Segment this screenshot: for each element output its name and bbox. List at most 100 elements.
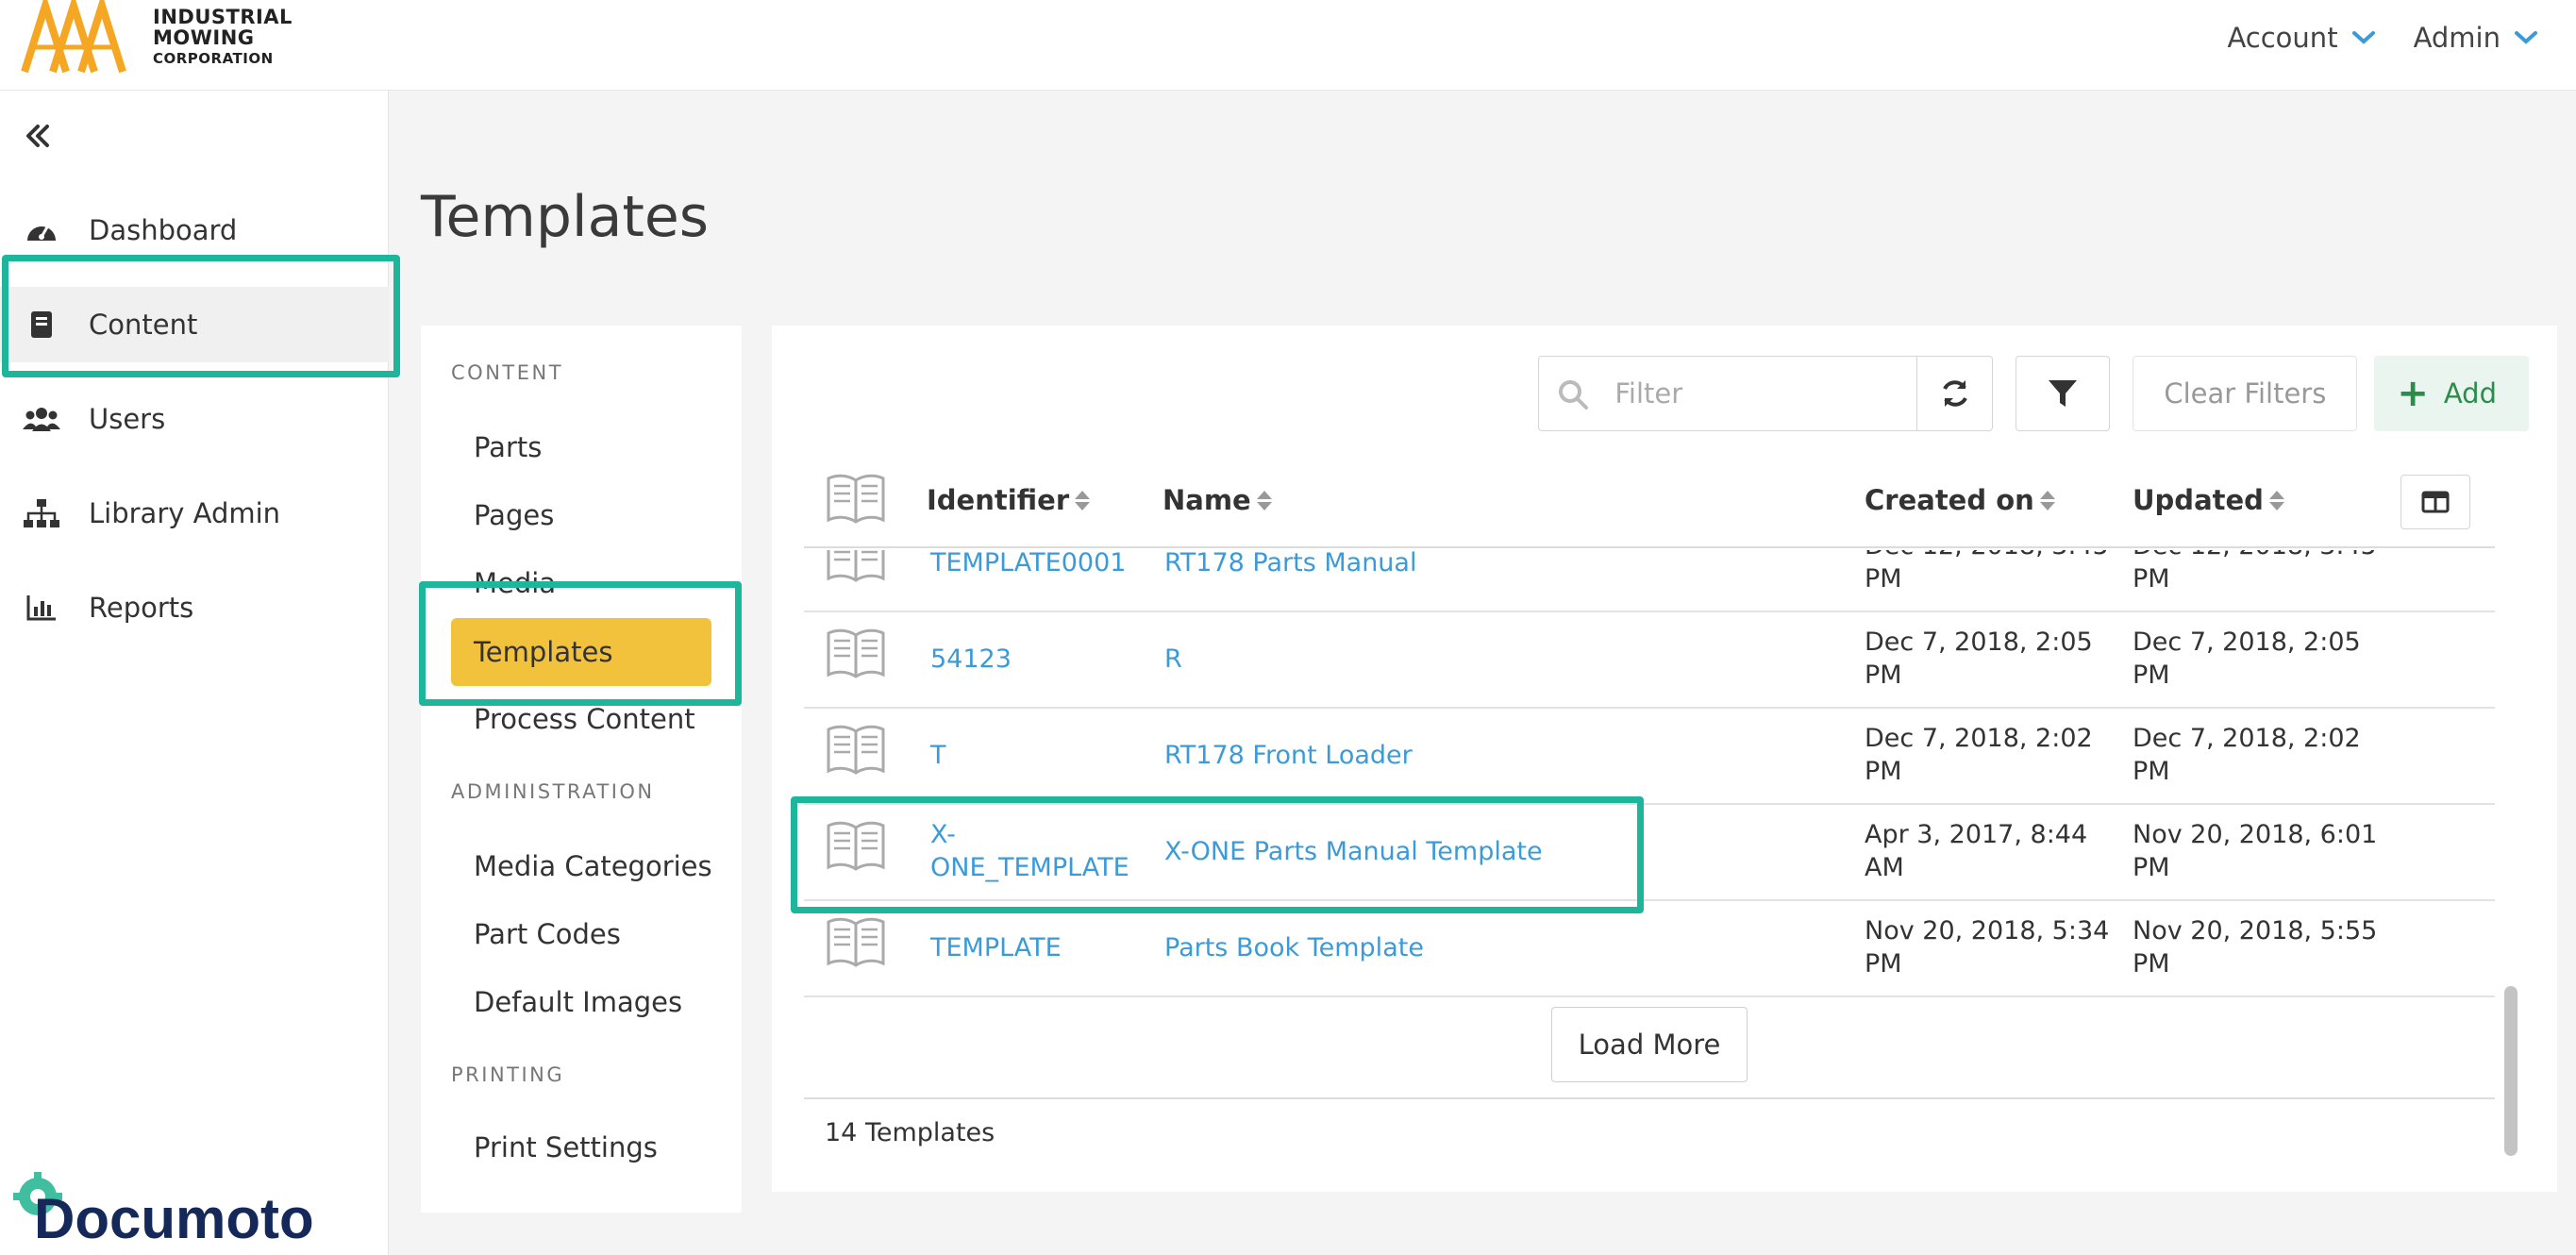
row-name-link[interactable]: Parts Book Template bbox=[1164, 931, 1424, 964]
date-line: Dec 7, 2018, 2:02 bbox=[1865, 724, 2093, 753]
add-template-button[interactable]: + Add bbox=[2374, 356, 2529, 431]
columns-icon bbox=[2421, 491, 2450, 513]
chevron-down-icon bbox=[2351, 31, 2375, 44]
add-button-label: Add bbox=[2443, 377, 2497, 410]
funnel-icon bbox=[2049, 380, 2078, 407]
row-updated: Dec 7, 2018, 2:05 PM bbox=[2133, 626, 2361, 692]
column-settings-button[interactable] bbox=[2400, 475, 2470, 529]
book-icon bbox=[23, 306, 60, 343]
sidebar-item-label: Content bbox=[89, 309, 198, 341]
column-header-label: Identifier bbox=[927, 484, 1070, 516]
logo-line-1: INDUSTRIAL bbox=[153, 6, 293, 28]
subnav-item-part-codes[interactable]: Part Codes bbox=[474, 918, 621, 950]
account-menu[interactable]: Account bbox=[2227, 22, 2375, 54]
table-row[interactable]: T RT178 Front Loader Dec 7, 2018, 2:02 PM… bbox=[804, 709, 2495, 805]
table-scrollbar[interactable] bbox=[2504, 458, 2517, 1156]
subnav-item-default-images[interactable]: Default Images bbox=[474, 986, 682, 1018]
column-header-label: Created on bbox=[1865, 484, 2034, 516]
top-nav: Account Admin bbox=[2227, 0, 2576, 75]
row-name-link[interactable]: RT178 Front Loader bbox=[1164, 739, 1413, 772]
subnav-item-pages[interactable]: Pages bbox=[474, 499, 554, 531]
sidebar-item-library-admin[interactable]: Library Admin bbox=[0, 476, 389, 551]
book-open-icon bbox=[827, 628, 885, 678]
filter-input[interactable] bbox=[1614, 377, 1899, 410]
row-updated: Nov 20, 2018, 6:01 PM bbox=[2133, 818, 2377, 884]
clear-filters-button[interactable]: Clear Filters bbox=[2133, 356, 2358, 431]
logo-line-2: MOWING bbox=[153, 26, 255, 49]
company-name: INDUSTRIAL MOWING CORPORATION bbox=[153, 7, 293, 69]
documoto-brand-text: Documoto bbox=[34, 1187, 314, 1247]
table-body: TEMPLATE0001 RT178 Parts Manual Dec 12, … bbox=[804, 550, 2495, 1211]
sidebar-item-dashboard[interactable]: Dashboard bbox=[0, 192, 389, 268]
sidebar-item-label: Reports bbox=[89, 592, 194, 624]
sitemap-icon bbox=[23, 494, 60, 532]
subnav-item-parts[interactable]: Parts bbox=[474, 431, 542, 463]
search-icon bbox=[1559, 380, 1589, 410]
book-open-icon bbox=[827, 550, 885, 582]
subnav-item-templates[interactable]: Templates bbox=[451, 618, 711, 686]
date-line: Dec 12, 2018, 3:45 bbox=[1865, 550, 2109, 561]
subnav-heading-printing: PRINTING bbox=[451, 1063, 565, 1086]
subnav-item-media-categories[interactable]: Media Categories bbox=[474, 850, 712, 882]
company-logo[interactable]: INDUSTRIAL MOWING CORPORATION bbox=[19, 0, 293, 75]
table-footer-divider bbox=[804, 1097, 2495, 1099]
table-row[interactable]: TEMPLATE Parts Book Template Nov 20, 201… bbox=[804, 901, 2495, 997]
content-subnav: CONTENT Parts Pages Media Templates Proc… bbox=[421, 326, 742, 1213]
book-open-icon bbox=[827, 821, 885, 871]
templates-panel: Clear Filters + Add Identifier Name Crea… bbox=[772, 326, 2557, 1192]
refresh-icon bbox=[1943, 380, 1967, 407]
sidebar-item-label: Dashboard bbox=[89, 214, 238, 246]
sidebar-item-reports[interactable]: Reports bbox=[0, 570, 389, 645]
sidebar: Dashboard Content Users Library Admin Re… bbox=[0, 91, 389, 1255]
subnav-heading-content: CONTENT bbox=[451, 361, 564, 384]
column-header-identifier[interactable]: Identifier bbox=[927, 484, 1091, 516]
sort-icon bbox=[2039, 490, 2055, 510]
table-row[interactable]: 54123 R Dec 7, 2018, 2:05 PM Dec 7, 2018,… bbox=[804, 612, 2495, 709]
column-header-created-on[interactable]: Created on bbox=[1865, 484, 2055, 516]
subnav-item-media[interactable]: Media bbox=[474, 567, 556, 599]
row-created-on: Dec 7, 2018, 2:05 PM bbox=[1865, 626, 2093, 692]
date-line: PM bbox=[1865, 564, 1902, 594]
date-line: Apr 3, 2017, 8:44 bbox=[1865, 820, 2088, 849]
row-identifier-link[interactable]: T bbox=[930, 739, 946, 772]
admin-menu[interactable]: Admin bbox=[2414, 22, 2538, 54]
collapse-sidebar-icon[interactable] bbox=[21, 119, 55, 153]
scrollbar-thumb[interactable] bbox=[2504, 986, 2517, 1156]
row-identifier-link[interactable]: 54123 bbox=[930, 643, 1012, 676]
date-line: Dec 12, 2018, 3:45 bbox=[2133, 550, 2377, 561]
column-header-label: Name bbox=[1163, 484, 1251, 516]
date-line: PM bbox=[2133, 949, 2170, 979]
column-header-updated[interactable]: Updated bbox=[2133, 484, 2284, 516]
table-row[interactable]: TEMPLATE0001 RT178 Parts Manual Dec 12, … bbox=[804, 550, 2495, 612]
sidebar-item-users[interactable]: Users bbox=[0, 381, 389, 457]
row-name-link[interactable]: X-ONE Parts Manual Template bbox=[1164, 835, 1543, 868]
sidebar-item-label: Library Admin bbox=[89, 497, 281, 529]
row-name-link[interactable]: RT178 Parts Manual bbox=[1164, 550, 1416, 579]
load-more-button[interactable]: Load More bbox=[1551, 1007, 1748, 1082]
table-row[interactable]: X- ONE_TEMPLATE X-ONE Parts Manual Templa… bbox=[804, 805, 2495, 901]
row-name-link[interactable]: R bbox=[1164, 643, 1182, 676]
row-identifier-link[interactable]: TEMPLATE0001 bbox=[930, 550, 1126, 579]
date-line: Nov 20, 2018, 5:55 bbox=[2133, 916, 2378, 945]
column-header-name[interactable]: Name bbox=[1163, 484, 1272, 516]
sidebar-item-content[interactable]: Content bbox=[0, 287, 389, 362]
filter-field bbox=[1538, 356, 1918, 431]
filter-toggle-button[interactable] bbox=[2016, 356, 2111, 431]
row-identifier-link[interactable]: TEMPLATE bbox=[930, 931, 1062, 964]
identifier-line: X- bbox=[930, 820, 956, 849]
subnav-item-print-settings[interactable]: Print Settings bbox=[474, 1131, 658, 1163]
date-line: PM bbox=[2133, 564, 2170, 594]
plus-icon: + bbox=[2397, 372, 2429, 415]
row-created-on: Dec 12, 2018, 3:45 PM bbox=[1865, 550, 2109, 595]
documoto-brand: Documoto bbox=[9, 1168, 349, 1250]
gauge-icon bbox=[23, 211, 60, 249]
table-header: Identifier Name Created on Updated bbox=[804, 458, 2495, 548]
refresh-button[interactable] bbox=[1917, 356, 1994, 431]
book-open-icon bbox=[827, 474, 885, 524]
row-identifier-link[interactable]: X- ONE_TEMPLATE bbox=[930, 818, 1129, 884]
date-line: AM bbox=[1865, 853, 1904, 882]
sort-icon bbox=[1256, 490, 1272, 510]
book-open-icon bbox=[827, 917, 885, 967]
row-created-on: Nov 20, 2018, 5:34 PM bbox=[1865, 914, 2109, 980]
subnav-item-process-content[interactable]: Process Content bbox=[474, 703, 695, 735]
